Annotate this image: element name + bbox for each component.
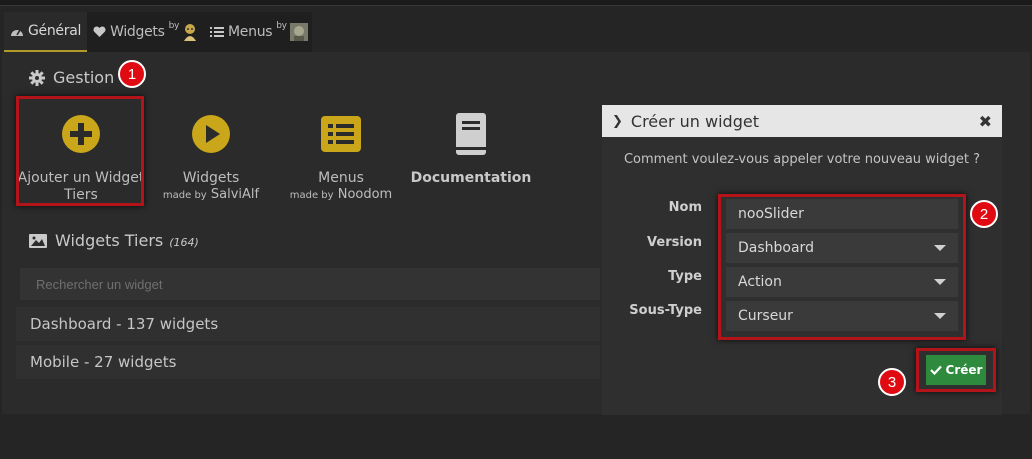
- step-badge-2: 2: [970, 200, 998, 228]
- gestion-heading: Gestion: [29, 68, 114, 87]
- documentation-card[interactable]: Documentation: [406, 98, 536, 187]
- step-badge-3: 3: [878, 368, 906, 396]
- step-badge-1: 1: [118, 60, 146, 88]
- field-label-type: Type: [668, 269, 702, 284]
- field-label-soustype: Sous-Type: [629, 303, 702, 318]
- tab-widgets-label: Widgets: [110, 24, 165, 40]
- widgets-tiers-count: (164): [169, 236, 199, 249]
- book-icon: [454, 113, 488, 159]
- menus-card[interactable]: Menus made by Noodom: [276, 98, 406, 202]
- list-icon: [210, 26, 225, 38]
- tab-menus[interactable]: Menus by: [204, 12, 312, 52]
- highlight-box-2: [718, 194, 966, 340]
- list-item[interactable]: Dashboard - 137 widgets: [16, 307, 600, 341]
- image-icon: [29, 233, 47, 248]
- menus-card-author: made by Noodom: [289, 187, 393, 202]
- gestion-title: Gestion: [53, 68, 115, 87]
- modal-header: ❯ Créer un widget ✖: [602, 105, 1002, 137]
- tab-bar: Général Widgets by Menus by: [4, 12, 312, 52]
- widgets-card[interactable]: Widgets made by SalviAlf: [146, 98, 276, 202]
- tab-menus-label: Menus: [228, 24, 273, 40]
- menus-card-label: Menus: [318, 170, 364, 186]
- list-icon: [321, 116, 361, 156]
- widgets-card-label: Widgets: [182, 170, 240, 186]
- dashboard-icon: [10, 25, 24, 37]
- field-label-nom: Nom: [668, 200, 702, 215]
- widgets-card-author: made by SalviAlf: [162, 187, 260, 202]
- tab-general-label: Général: [28, 23, 82, 39]
- close-icon[interactable]: ✖: [979, 112, 992, 131]
- avatar: [289, 23, 308, 41]
- tab-menus-by: by: [276, 21, 287, 31]
- list-item[interactable]: Mobile - 27 widgets: [16, 345, 600, 379]
- avatar: [182, 23, 198, 41]
- tab-widgets[interactable]: Widgets by: [87, 12, 205, 52]
- modal-title: Créer un widget: [630, 111, 759, 131]
- documentation-card-label: Documentation: [410, 170, 532, 186]
- highlight-box-3: [916, 348, 996, 392]
- top-bar: [0, 0, 1032, 6]
- chevron-right-icon: ❯: [612, 113, 623, 129]
- field-label-version: Version: [647, 235, 702, 250]
- modal-question: Comment voulez-vous appeler votre nouvea…: [623, 152, 981, 167]
- tab-widgets-by: by: [168, 21, 180, 31]
- gear-icon: [29, 69, 45, 86]
- widgets-tiers-heading: Widgets Tiers (164): [29, 231, 199, 250]
- play-circle-icon: [191, 114, 231, 158]
- widgets-tiers-title: Widgets Tiers: [55, 231, 164, 250]
- tab-general[interactable]: Général: [4, 12, 88, 52]
- highlight-box-1: [16, 96, 144, 206]
- search-input[interactable]: Rechercher un widget: [20, 268, 600, 300]
- heart-icon: [93, 26, 106, 38]
